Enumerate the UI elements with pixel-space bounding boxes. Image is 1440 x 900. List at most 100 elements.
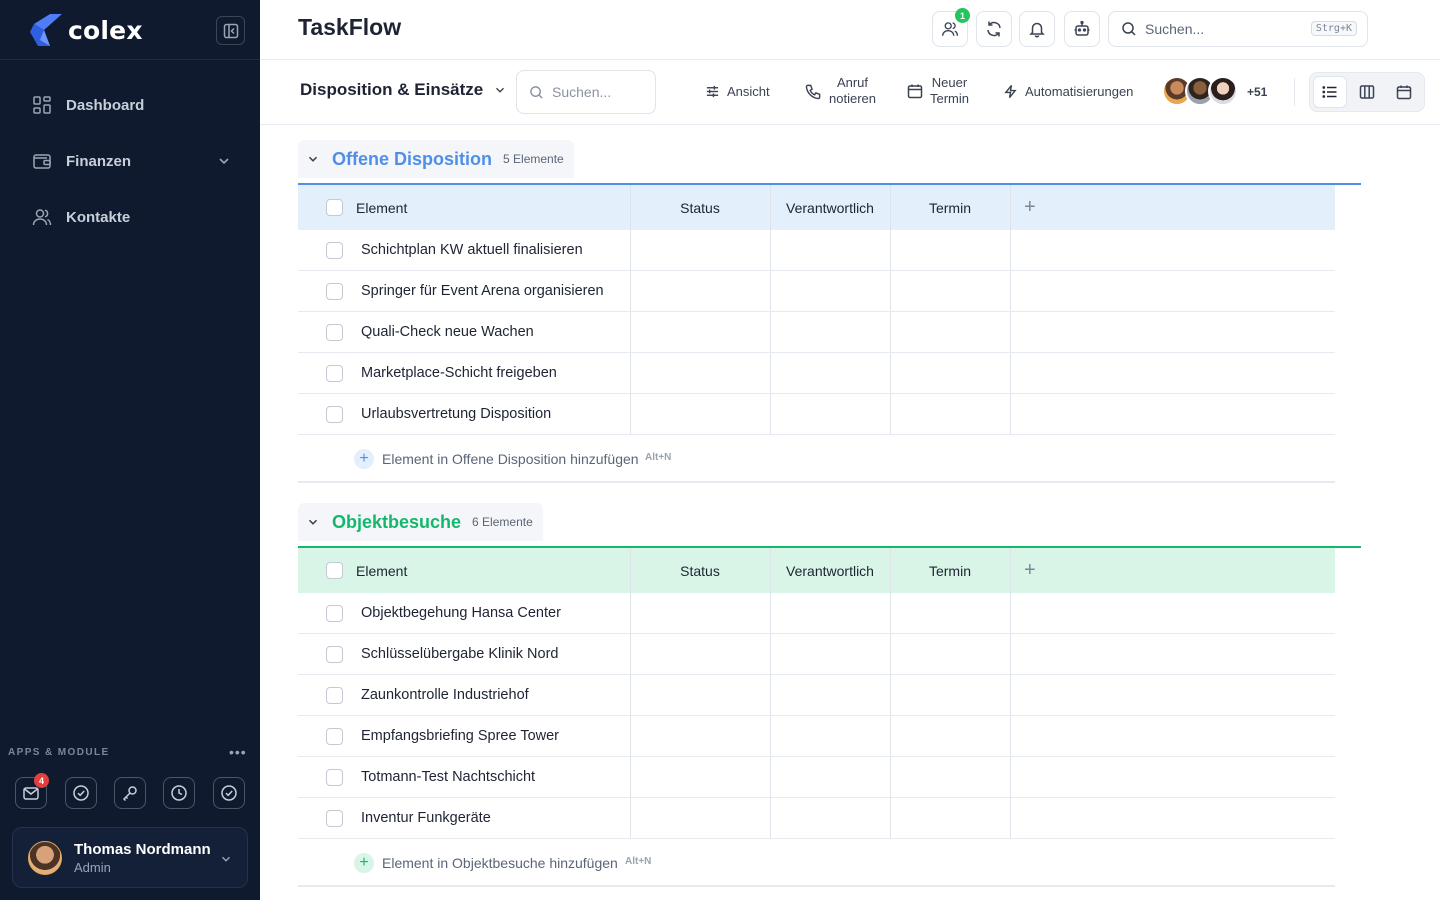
column-header-due[interactable]: Termin (890, 185, 1010, 230)
table-row[interactable]: Schlüsselübergabe Klinik Nord (298, 634, 1335, 675)
user-role: Admin (74, 860, 111, 875)
calendar-icon (907, 84, 923, 99)
app-mail-button[interactable]: 4 (15, 773, 49, 809)
item-title[interactable]: Marketplace-Schicht freigeben (361, 365, 557, 381)
add-item-row[interactable]: + Element in Offene Disposition hinzufüg… (298, 435, 1335, 483)
view-label: Ansicht (727, 84, 770, 99)
column-header-status[interactable]: Status (630, 185, 770, 230)
column-header-element[interactable]: Element (356, 548, 407, 593)
member-avatar (1208, 76, 1238, 106)
logo-text: colex (68, 15, 143, 45)
notifications-button[interactable] (1019, 11, 1055, 47)
column-header-owner[interactable]: Verantwortlich (770, 548, 890, 593)
item-title[interactable]: Springer für Event Arena organisieren (361, 283, 604, 299)
add-item-label[interactable]: Element in Objektbesuche hinzufügen (382, 855, 618, 871)
row-checkbox[interactable] (326, 324, 343, 341)
table-row[interactable]: Totmann-Test Nachtschicht (298, 757, 1335, 798)
assistant-button[interactable] (1064, 11, 1100, 47)
item-title[interactable]: Zaunkontrolle Industriehof (361, 687, 529, 703)
log-call-button[interactable]: Anruf notieren (805, 75, 876, 107)
item-title[interactable]: Inventur Funkgeräte (361, 810, 491, 826)
add-item-label[interactable]: Element in Offene Disposition hinzufügen (382, 451, 639, 467)
user-profile-card[interactable]: Thomas Nordmann Admin (12, 827, 248, 888)
mail-badge: 4 (34, 773, 49, 788)
app-tasks-button[interactable] (65, 777, 97, 809)
table-row[interactable]: Objektbegehung Hansa Center (298, 593, 1335, 634)
item-title[interactable]: Quali-Check neue Wachen (361, 324, 534, 340)
item-title[interactable]: Totmann-Test Nachtschicht (361, 769, 535, 785)
new-appointment-button[interactable]: Neuer Termin (907, 75, 969, 107)
app-approvals-button[interactable] (213, 777, 245, 809)
avatar (28, 841, 62, 875)
item-title[interactable]: Empfangsbriefing Spree Tower (361, 728, 559, 744)
collapse-sidebar-button[interactable] (216, 16, 245, 45)
group-title[interactable]: Objektbesuche (332, 512, 461, 533)
add-item-row[interactable]: + Element in Objektbesuche hinzufügen Al… (298, 839, 1335, 887)
view-button[interactable]: Ansicht (705, 84, 770, 99)
members-more-count[interactable]: +51 (1247, 85, 1267, 99)
sync-button[interactable] (976, 11, 1012, 47)
item-title[interactable]: Objektbegehung Hansa Center (361, 605, 561, 621)
search-shortcut-hint: Strg+K (1310, 21, 1357, 36)
new-appointment-label-2: Termin (930, 91, 970, 106)
item-title[interactable]: Schlüsselübergabe Klinik Nord (361, 646, 558, 662)
board-search-input[interactable]: Suchen... (516, 70, 656, 114)
row-checkbox[interactable] (326, 406, 343, 423)
add-item-icon[interactable]: + (354, 853, 374, 873)
table-row[interactable]: Springer für Event Arena organisieren (298, 271, 1335, 312)
column-header-element[interactable]: Element (356, 185, 407, 230)
add-item-icon[interactable]: + (354, 449, 374, 469)
row-checkbox[interactable] (326, 728, 343, 745)
table-row[interactable]: Schichtplan KW aktuell finalisieren (298, 230, 1335, 271)
kanban-view-button[interactable] (1350, 76, 1384, 108)
bell-icon (1029, 22, 1045, 38)
table-row[interactable]: Empfangsbriefing Spree Tower (298, 716, 1335, 757)
toolbar-divider (1294, 78, 1295, 106)
row-checkbox[interactable] (326, 605, 343, 622)
sidebar-item-finanzen[interactable]: Finanzen (32, 149, 232, 173)
list-view-button[interactable] (1313, 76, 1347, 108)
users-icon (941, 22, 959, 36)
app-time-button[interactable] (163, 777, 195, 809)
global-search-input[interactable]: Suchen... Strg+K (1108, 11, 1368, 47)
row-checkbox[interactable] (326, 646, 343, 663)
group-header: Objektbesuche 6 Elemente (298, 503, 543, 541)
row-checkbox[interactable] (326, 769, 343, 786)
column-header-owner[interactable]: Verantwortlich (770, 185, 890, 230)
sliders-icon (706, 85, 719, 98)
select-all-checkbox[interactable] (326, 562, 343, 579)
add-column-button[interactable]: + (1024, 548, 1036, 593)
chevron-down-icon[interactable] (306, 515, 320, 529)
column-header-due[interactable]: Termin (890, 548, 1010, 593)
board-members[interactable] (1162, 76, 1242, 106)
row-checkbox[interactable] (326, 365, 343, 382)
column-header-status[interactable]: Status (630, 548, 770, 593)
row-checkbox[interactable] (326, 810, 343, 827)
table-row[interactable]: Urlaubsvertretung Disposition (298, 394, 1335, 435)
app-keys-button[interactable] (114, 777, 146, 809)
row-checkbox[interactable] (326, 687, 343, 704)
table-row[interactable]: Inventur Funkgeräte (298, 798, 1335, 839)
board-selector[interactable]: Disposition & Einsätze (300, 80, 507, 100)
calendar-view-button[interactable] (1387, 76, 1421, 108)
team-button[interactable]: 1 (932, 8, 970, 47)
brand-logo[interactable]: colex (30, 12, 143, 48)
robot-icon (1074, 20, 1090, 36)
sidebar-item-dashboard[interactable]: Dashboard (32, 93, 232, 117)
apps-more-button[interactable]: ••• (229, 744, 247, 760)
chevron-down-icon[interactable] (306, 152, 320, 166)
item-title[interactable]: Urlaubsvertretung Disposition (361, 406, 551, 422)
team-badge: 1 (955, 8, 970, 23)
select-all-checkbox[interactable] (326, 199, 343, 216)
table-row[interactable]: Zaunkontrolle Industriehof (298, 675, 1335, 716)
table-row[interactable]: Marketplace-Schicht freigeben (298, 353, 1335, 394)
group-title[interactable]: Offene Disposition (332, 149, 492, 170)
automations-button[interactable]: Automatisierungen (1003, 84, 1133, 99)
table-row[interactable]: Quali-Check neue Wachen (298, 312, 1335, 353)
sidebar-item-label: Dashboard (66, 96, 145, 114)
row-checkbox[interactable] (326, 242, 343, 259)
item-title[interactable]: Schichtplan KW aktuell finalisieren (361, 242, 583, 258)
row-checkbox[interactable] (326, 283, 343, 300)
sidebar-item-kontakte[interactable]: Kontakte (32, 205, 232, 229)
add-column-button[interactable]: + (1024, 185, 1036, 230)
